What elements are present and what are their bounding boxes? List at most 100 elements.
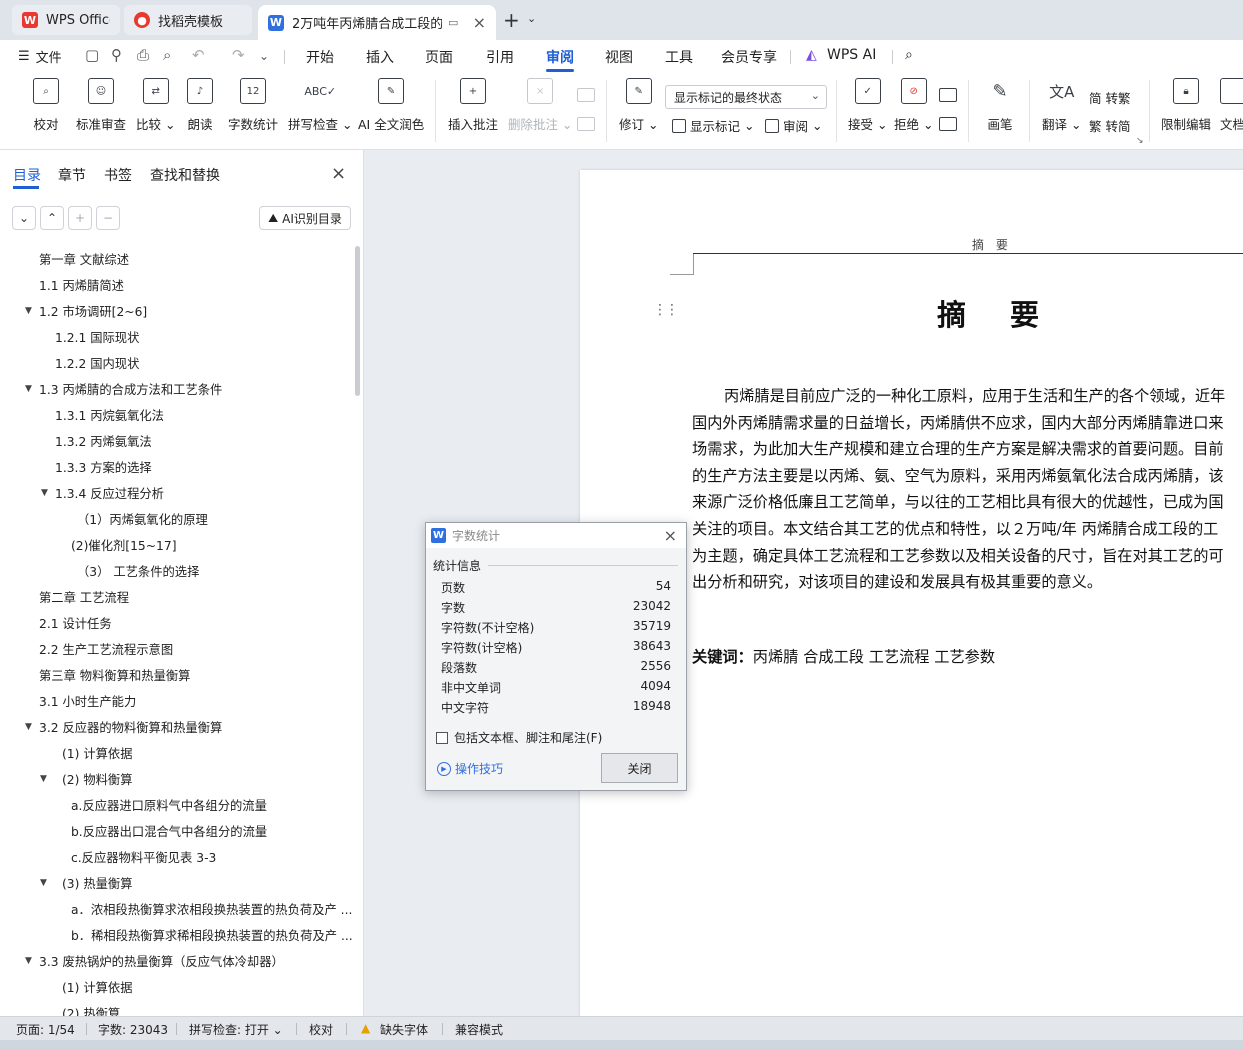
compare-button[interactable]: ⇄ 比较 ⌄ (136, 78, 175, 133)
toc-item[interactable]: c.反应器物料平衡见表 3-3 (71, 844, 216, 870)
menu-view[interactable]: 视图 (605, 47, 633, 67)
file-menu[interactable]: ☰ 文件 (18, 47, 62, 66)
expand-arrow-icon[interactable]: ▼ (40, 774, 47, 784)
word-count-indicator[interactable]: 字数: 23043 (98, 1021, 168, 1038)
expand-arrow-icon[interactable]: ▼ (25, 956, 32, 966)
toc-item[interactable]: 1.3.2 丙烯氨氧法 (55, 428, 152, 454)
missing-font-indicator[interactable]: 缺失字体 (380, 1021, 428, 1038)
markup-state-dropdown[interactable]: 显示标记的最终状态 ⌄ (665, 85, 827, 109)
add-heading-button[interactable]: + (68, 206, 92, 230)
to-traditional-button[interactable]: 简 转繁 (1089, 88, 1131, 107)
tab-toc[interactable]: 目录 (13, 165, 41, 185)
menu-references[interactable]: 引用 (486, 47, 514, 67)
save-icon[interactable]: ▢ (85, 46, 99, 64)
ai-polish-button[interactable]: ✎ AI 全文润色 (358, 78, 424, 133)
include-textbox-checkbox[interactable]: 包括文本框、脚注和尾注(F) (436, 729, 602, 746)
next-change-icon[interactable] (939, 117, 957, 131)
export-icon[interactable]: ⚲ (111, 46, 122, 64)
toc-item[interactable]: 2.2 生产工艺流程示意图 (39, 636, 173, 662)
toc-item[interactable]: b.反应器出口混合气中各组分的流量 (71, 818, 267, 844)
toc-item[interactable]: 3.3 废热锅炉的热量衡算（反应气体冷却器） (39, 948, 284, 974)
insert-comment-button[interactable]: + 插入批注 (448, 78, 498, 133)
toc-item[interactable]: 第一章 文献综述 (39, 246, 129, 272)
print-icon[interactable]: ⎙ (137, 46, 149, 64)
document-more-button[interactable]: 文档 (1220, 78, 1243, 133)
menu-tools[interactable]: 工具 (665, 47, 693, 67)
toc-item[interactable]: 3.1 小时生产能力 (39, 688, 136, 714)
toc-item[interactable]: 1.2.1 国际现状 (55, 324, 139, 350)
tab-sections[interactable]: 章节 (58, 165, 86, 185)
toc-item[interactable]: 2.1 设计任务 (39, 610, 112, 636)
remove-heading-button[interactable]: − (96, 206, 120, 230)
new-tab-icon[interactable]: + (503, 8, 520, 32)
expand-arrow-icon[interactable]: ▼ (25, 722, 32, 732)
page-indicator[interactable]: 页面: 1/54 (16, 1021, 75, 1038)
tab-find-replace[interactable]: 查找和替换 (150, 165, 220, 185)
tips-link[interactable]: ▶ 操作技巧 (437, 760, 503, 777)
pen-button[interactable]: ✎ 画笔 (987, 78, 1013, 133)
menu-home[interactable]: 开始 (306, 47, 334, 67)
translate-button[interactable]: 文A 翻译 ⌄ (1042, 78, 1081, 133)
undo-icon[interactable]: ↶ (192, 46, 205, 64)
tab-wps-office[interactable]: W WPS Office (12, 5, 120, 35)
expand-all-button[interactable]: ⌄ (12, 206, 36, 230)
toc-item[interactable]: 第三章 物料衡算和热量衡算 (39, 662, 190, 688)
monitor-icon[interactable]: ▭ (448, 16, 458, 29)
ai-toc-button[interactable]: ⛰ AI识别目录 (259, 206, 351, 230)
dialog-titlebar[interactable]: W 字数统计 (426, 523, 686, 548)
toc-item[interactable]: 3.2 反应器的物料衡算和热量衡算 (39, 714, 222, 740)
word-count-button[interactable]: 12 字数统计 (228, 78, 278, 133)
toc-scrollbar[interactable] (355, 246, 360, 396)
collapse-all-button[interactable]: ⌃ (40, 206, 64, 230)
show-markup-button[interactable]: 显示标记 ⌄ (672, 116, 755, 135)
close-icon[interactable]: × (331, 163, 346, 184)
toc-item[interactable]: (1) 计算依据 (62, 974, 133, 1000)
expand-arrow-icon[interactable]: ▼ (40, 878, 47, 888)
toc-item[interactable]: b．稀相段热衡算求稀相段换热装置的热负荷及产 ... (71, 922, 353, 948)
search-icon[interactable]: ⌕ (905, 47, 913, 63)
to-simplified-button[interactable]: 繁 转简 (1089, 116, 1131, 135)
toc-item[interactable]: (2) 物料衡算 (62, 766, 133, 792)
dialog-launcher-icon[interactable]: ↘ (1136, 136, 1144, 146)
toc-item[interactable]: （3） 工艺条件的选择 (77, 558, 199, 584)
tab-docer-templates[interactable]: ● 找稻壳模板 (124, 5, 252, 35)
toc-item[interactable]: （1）丙烯氨氧化的原理 (77, 506, 208, 532)
toc-item[interactable]: 1.3.1 丙烷氨氧化法 (55, 402, 164, 428)
expand-arrow-icon[interactable]: ▼ (25, 384, 32, 394)
toc-item[interactable]: 1.1 丙烯腈简述 (39, 272, 124, 298)
restrict-edit-button[interactable]: 🔒︎ 限制编辑 (1161, 78, 1211, 133)
standard-review-button[interactable]: ☺ 标准审查 (76, 78, 126, 133)
tab-bookmarks[interactable]: 书签 (104, 165, 132, 185)
toc-item[interactable]: 1.3.3 方案的选择 (55, 454, 152, 480)
toc-item[interactable]: 1.3 丙烯腈的合成方法和工艺条件 (39, 376, 222, 402)
chevron-down-icon[interactable]: ⌄ (527, 12, 536, 25)
prev-change-icon[interactable] (939, 88, 957, 102)
proofread-indicator[interactable]: 校对 (309, 1021, 333, 1038)
toc-item[interactable]: a．浓相段热衡算求浓相段换热装置的热负荷及产 ... (71, 896, 352, 922)
toc-item[interactable]: a.反应器进口原料气中各组分的流量 (71, 792, 267, 818)
menu-wps-ai[interactable]: WPS AI (827, 47, 876, 63)
toc-item[interactable]: 1.2 市场调研[2~6] (39, 298, 147, 324)
proofread-button[interactable]: ⌕ 校对 (33, 78, 59, 133)
menu-insert[interactable]: 插入 (366, 47, 394, 67)
read-aloud-button[interactable]: ♪ 朗读 (187, 78, 213, 133)
print-preview-icon[interactable]: ⌕ (163, 46, 171, 64)
toc-item[interactable]: (1) 计算依据 (62, 740, 133, 766)
spell-check-indicator[interactable]: 拼写检查: 打开 ⌄ (189, 1021, 283, 1038)
redo-icon[interactable]: ↷ (232, 46, 245, 64)
spell-check-button[interactable]: ABC✓ 拼写检查 ⌄ (288, 78, 352, 133)
menu-review[interactable]: 审阅 (546, 47, 574, 67)
expand-arrow-icon[interactable]: ▼ (25, 306, 32, 316)
prev-comment-icon[interactable] (577, 88, 595, 102)
delete-comment-button[interactable]: × 删除批注 ⌄ (508, 78, 572, 133)
review-pane-button[interactable]: 审阅 ⌄ (765, 116, 823, 135)
toc-item[interactable]: (2) 热衡算 (62, 1000, 120, 1016)
reject-button[interactable]: ⊘ 拒绝 ⌄ (894, 78, 933, 133)
toc-item[interactable]: (3) 热量衡算 (62, 870, 133, 896)
accept-button[interactable]: ✓ 接受 ⌄ (848, 78, 887, 133)
menu-member[interactable]: 会员专享 (721, 47, 777, 67)
close-button[interactable]: 关闭 (601, 753, 678, 783)
drag-handle-icon[interactable]: ⋮⋮ (653, 303, 679, 317)
menu-page[interactable]: 页面 (425, 47, 453, 67)
checkbox-icon[interactable] (436, 731, 448, 744)
